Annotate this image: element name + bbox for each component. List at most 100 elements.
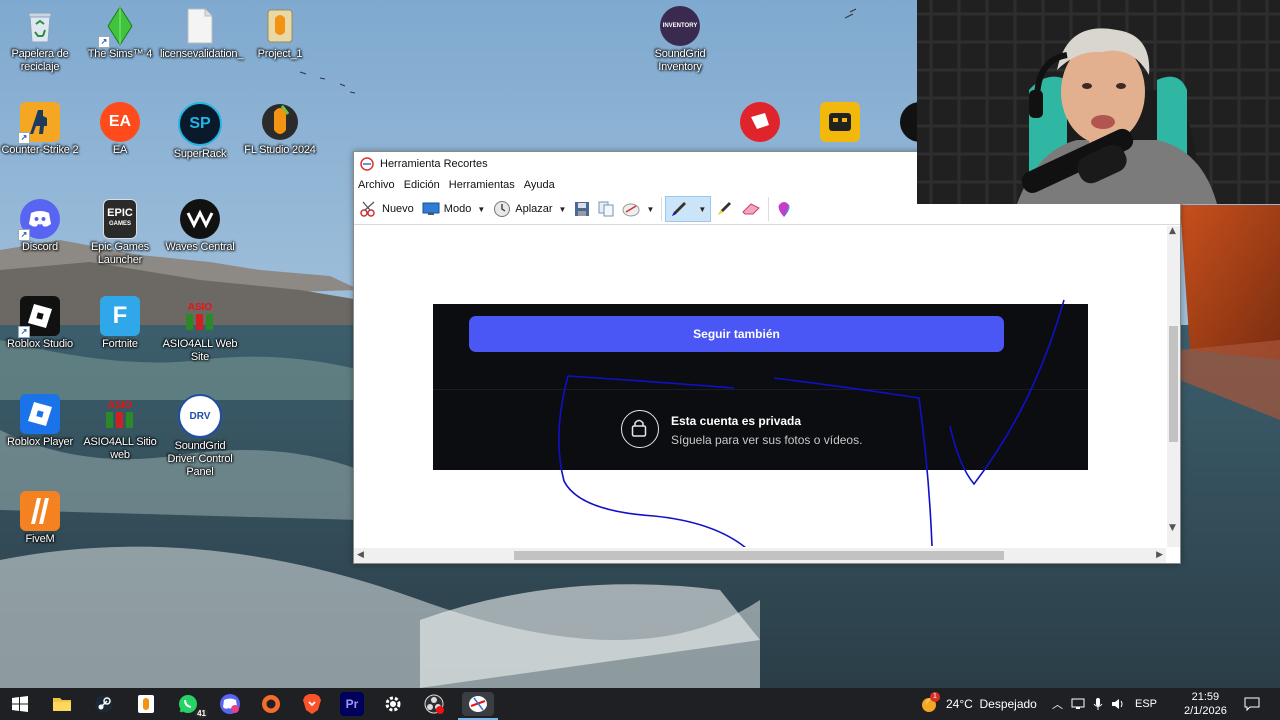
desktop-icon-label: The Sims™ 4 (87, 48, 153, 60)
chevron-up-icon[interactable]: ︿ (1052, 696, 1063, 712)
pen-annotation (558, 299, 1065, 547)
weather-widget[interactable]: 1 24°C Despejado (918, 688, 1037, 720)
start-icon[interactable] (8, 692, 32, 716)
desktop-icon-asio4all-web-site[interactable]: ASIO ASIO4ALL Web Site (160, 292, 240, 364)
desktop-icon-waves-central[interactable]: Waves Central (160, 195, 240, 254)
fortnite-icon: F (100, 296, 140, 336)
weather-text: 24°C Despejado (946, 697, 1037, 711)
copy-icon (598, 201, 614, 217)
brave-icon[interactable] (300, 692, 324, 716)
desktop-icon-label: FiveM (25, 533, 55, 545)
weather-badge: 1 (930, 692, 940, 702)
desktop-icon-licensevalidation[interactable]: licensevalidation_ (160, 2, 243, 61)
desktop-icon-riot[interactable] (720, 98, 800, 144)
highlighter-icon (718, 202, 732, 215)
scrollbar-thumb[interactable] (514, 551, 1004, 560)
game-icon (820, 102, 860, 142)
desktop-icon-recycle-bin[interactable]: Papelera de reciclaje (0, 2, 80, 74)
desktop-icon-game[interactable] (800, 98, 880, 144)
desktop-icon-ea[interactable]: EA EA (80, 98, 160, 157)
desktop-icon-counter-strike[interactable]: ↗ Counter-Strike 2 (0, 98, 80, 157)
send-button[interactable]: ▼ (618, 197, 658, 221)
chevron-down-icon: ▼ (477, 204, 486, 214)
desktop-icon-asio4all-sitio-web[interactable]: ASIO ASIO4ALL Sitio web (80, 390, 160, 462)
mode-label: Modo (443, 203, 472, 215)
epic-games-icon: EPIC GAMES (103, 199, 137, 239)
desktop-icon-roblox-studio[interactable]: ↗ Roblox Studio (0, 292, 80, 351)
desktop-icon-discord[interactable]: ↗ Discord (0, 195, 80, 254)
desktop-icon-project1[interactable]: Project_1 (240, 2, 320, 61)
eraser-icon (742, 203, 761, 215)
time-text: 21:59 (1191, 691, 1220, 703)
file-icon (180, 6, 220, 46)
scroll-left-icon[interactable]: ◀ (357, 550, 364, 560)
monitor-icon (422, 202, 440, 215)
toolbar-divider (661, 197, 663, 221)
snipping-tool-icon (360, 157, 374, 171)
scroll-right-icon[interactable]: ▶ (1156, 550, 1163, 560)
premiere-icon[interactable]: Pr (340, 692, 364, 716)
desktop-icon-epic-games[interactable]: EPIC GAMES Epic Games Launcher (80, 195, 160, 267)
desktop-icon-fivem[interactable]: FiveM (0, 487, 80, 546)
chevron-down-icon: ▼ (558, 204, 567, 214)
paint3d-button[interactable] (772, 197, 796, 221)
volume-icon[interactable] (1111, 698, 1125, 710)
microphone-icon[interactable] (1093, 697, 1103, 711)
superrack-icon: SP (178, 102, 222, 146)
fl-studio-icon[interactable] (134, 692, 158, 716)
menu-archivo[interactable]: Archivo (358, 179, 395, 191)
taskbar: 41 Pr 1 24°C Despejado ︿ ESP 21:59 2/1/2… (0, 688, 1280, 720)
webcam-feed (917, 0, 1280, 204)
pen-button[interactable]: ▼ (665, 196, 712, 222)
fl-studio-icon (260, 102, 300, 142)
desktop-icon-label: EA (112, 144, 128, 156)
desktop-icon-soundgrid-driver[interactable]: DRV SoundGrid Driver Control Panel (160, 390, 240, 479)
menu-ayuda[interactable]: Ayuda (524, 179, 555, 191)
notifications-button[interactable] (1244, 688, 1260, 720)
fl-project-icon (260, 6, 300, 46)
scroll-up-icon[interactable]: ▲ (1169, 226, 1176, 236)
desktop-icon-fl-studio[interactable]: FL Studio 2024 (240, 98, 320, 157)
menu-herramientas[interactable]: Herramientas (449, 179, 515, 191)
desktop-icon-label: Papelera de reciclaje (11, 48, 69, 73)
settings-icon[interactable] (381, 692, 405, 716)
scroll-down-icon[interactable]: ▼ (1169, 523, 1176, 533)
highlighter-button[interactable] (711, 197, 737, 221)
snip-canvas[interactable]: Seguir también Esta cuenta es privada Sí… (354, 226, 1166, 547)
waves-icon (180, 199, 220, 239)
menu-edicion[interactable]: Edición (404, 179, 440, 191)
origin-icon[interactable] (259, 692, 283, 716)
discord-icon[interactable] (218, 692, 242, 716)
steam-icon[interactable] (92, 692, 116, 716)
vertical-scrollbar[interactable]: ▲ ▼ (1167, 226, 1180, 547)
desktop-icon-label: Counter-Strike 2 (1, 144, 79, 156)
mode-button[interactable]: Modo ▼ (418, 197, 489, 221)
scrollbar-thumb[interactable] (1169, 326, 1178, 442)
chevron-down-icon: ▼ (646, 204, 655, 214)
desktop-icon-fortnite[interactable]: F Fortnite (80, 292, 160, 351)
file-explorer-icon[interactable] (50, 692, 74, 716)
send-icon (622, 203, 640, 217)
clock[interactable]: 21:59 2/1/2026 (1184, 688, 1227, 720)
eraser-button[interactable] (737, 197, 765, 221)
obs-icon[interactable] (422, 692, 446, 716)
fivem-icon (20, 491, 60, 531)
desktop-icon-soundgrid-inventory[interactable]: INVENTORY SoundGrid Inventory (640, 2, 720, 74)
language-indicator[interactable]: ESP (1135, 698, 1157, 710)
whatsapp-icon[interactable]: 41 (176, 692, 208, 718)
save-button[interactable] (570, 197, 594, 221)
desktop-icon-roblox-player[interactable]: Roblox Player (0, 390, 80, 449)
copy-button[interactable] (594, 197, 618, 221)
desktop-icon-sims[interactable]: ↗ The Sims™ 4 (80, 2, 160, 61)
window-title: Herramienta Recortes (380, 158, 488, 170)
asio-icon: ASIO (100, 394, 140, 434)
desktop-icon-superrack[interactable]: SP SuperRack (160, 98, 240, 161)
network-icon[interactable] (1071, 698, 1085, 710)
new-snip-button[interactable]: Nuevo (356, 197, 418, 221)
delay-button[interactable]: Aplazar ▼ (489, 197, 570, 221)
desktop-icon-label: Waves Central (165, 241, 235, 253)
snipping-tool-taskbar-icon[interactable] (462, 692, 494, 716)
horizontal-scrollbar[interactable]: ◀ ▶ (354, 548, 1166, 563)
roblox-studio-icon: ↗ (18, 296, 60, 338)
snipping-tool-window[interactable]: Herramienta Recortes Archivo Edición Her… (353, 151, 1181, 564)
